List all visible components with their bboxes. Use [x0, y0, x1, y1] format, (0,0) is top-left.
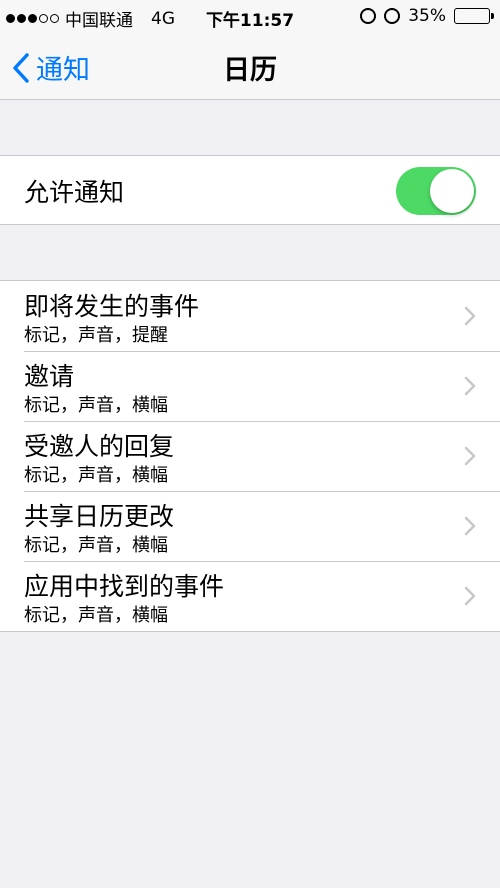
list-item-shared-calendar-changes[interactable]: 共享日历更改 标记，声音，横幅	[0, 491, 500, 561]
page-title: 日历	[223, 55, 277, 86]
battery-percent: 35%	[408, 6, 446, 26]
list-item-subtitle: 标记，声音，横幅	[24, 535, 168, 556]
rotation-lock-icon	[360, 8, 377, 24]
list-item-title: 即将发生的事件	[24, 292, 200, 321]
status-right: 35%	[360, 6, 494, 26]
list-item-title: 邀请	[24, 362, 75, 391]
chevron-right-icon	[464, 516, 476, 536]
list-item-subtitle: 标记，声音，横幅	[24, 465, 168, 486]
chevron-right-icon	[464, 306, 476, 326]
list-item-title: 应用中找到的事件	[24, 572, 225, 601]
toggle-knob	[430, 169, 474, 213]
status-bar: 中国联通 4G 下午11:57 35%	[0, 0, 500, 34]
chevron-right-icon	[464, 446, 476, 466]
battery-icon	[454, 8, 494, 24]
list-item-subtitle: 标记，声音，横幅	[24, 605, 168, 626]
allow-notifications-group: 允许通知	[0, 155, 500, 225]
list-item-subtitle: 标记，声音，横幅	[24, 395, 168, 416]
list-item-invitations[interactable]: 邀请 标记，声音，横幅	[0, 351, 500, 421]
navigation-bar: 通知 日历	[0, 34, 500, 100]
alarm-clock-icon	[384, 8, 401, 24]
list-item-subtitle: 标记，声音，提醒	[24, 325, 168, 346]
list-item-upcoming-events[interactable]: 即将发生的事件 标记，声音，提醒	[0, 281, 500, 351]
chevron-right-icon	[464, 376, 476, 396]
notification-types-list: 即将发生的事件 标记，声音，提醒 邀请 标记，声音，横幅 受邀人的回复 标记，声…	[0, 280, 500, 632]
allow-notifications-label: 允许通知	[24, 178, 125, 207]
list-item-title: 受邀人的回复	[24, 432, 175, 461]
chevron-right-icon	[464, 586, 476, 606]
list-item-events-found-in-apps[interactable]: 应用中找到的事件 标记，声音，横幅	[0, 561, 500, 631]
allow-notifications-toggle[interactable]	[396, 167, 476, 215]
list-item-title: 共享日历更改	[24, 502, 175, 531]
list-item-invitee-responses[interactable]: 受邀人的回复 标记，声音，横幅	[0, 421, 500, 491]
